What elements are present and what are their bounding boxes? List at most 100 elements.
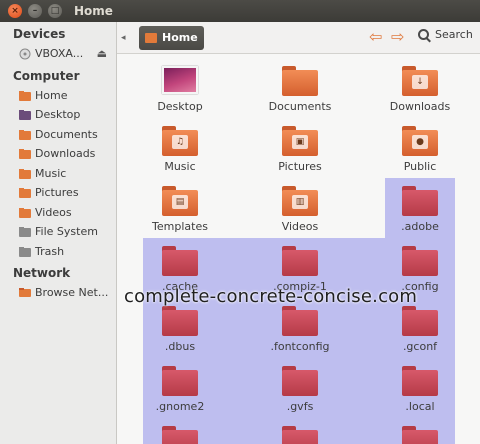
file-item[interactable]: Desktop — [130, 64, 230, 113]
pictures-folder-icon — [19, 187, 31, 199]
desktop-icon — [19, 109, 31, 121]
sidebar-item-label: Documents — [35, 127, 98, 141]
home-folder-icon — [145, 32, 157, 43]
file-item[interactable]: Documents — [250, 64, 350, 113]
file-name: Music — [164, 160, 196, 173]
section-network: Network — [13, 266, 71, 280]
folder-icon — [402, 244, 438, 276]
sidebar-item-downloads[interactable]: Downloads — [0, 144, 116, 164]
folder-icon — [282, 364, 318, 396]
folder-icon: ▥ — [282, 184, 318, 216]
folder-icon — [402, 364, 438, 396]
home-folder-icon — [19, 90, 31, 101]
file-name: .local — [405, 400, 435, 413]
sidebar-item-label: Videos — [35, 205, 72, 219]
file-item[interactable]: .local — [370, 364, 470, 413]
sidebar-item-documents[interactable]: Documents — [0, 125, 116, 145]
sidebar-item-desktop[interactable]: Desktop — [0, 105, 116, 125]
sidebar-item-label: Pictures — [35, 186, 79, 200]
file-item[interactable]: ▤ Templates — [130, 184, 230, 233]
breadcrumb[interactable]: Home — [139, 25, 204, 50]
sidebar-item-browse-network[interactable]: Browse Net... — [0, 283, 116, 303]
folder-icon: ● — [402, 124, 438, 156]
file-item[interactable]: ▣ Pictures — [250, 124, 350, 173]
file-item[interactable] — [130, 424, 230, 444]
maximize-button[interactable]: □ — [48, 4, 62, 18]
sidebar-item-label: Browse Net... — [35, 286, 109, 300]
file-name: .gconf — [402, 340, 438, 353]
folder-emblem-icon: ▥ — [292, 195, 308, 209]
sidebar-item-label: VBOXA... — [35, 47, 84, 61]
back-arrow-icon[interactable]: ◂ — [121, 33, 133, 43]
folder-icon: ♫ — [162, 124, 198, 156]
sidebar-item-file-system[interactable]: File System — [0, 222, 116, 242]
file-name: .gnome2 — [155, 400, 205, 413]
title-bar: × – □ Home — [0, 0, 480, 22]
file-item[interactable]: .gconf — [370, 304, 470, 353]
sidebar: Devices VBOXA... ⏏ Computer Home Desktop D… — [0, 22, 117, 444]
documents-folder-icon — [19, 129, 31, 140]
file-item[interactable]: .gvfs — [250, 364, 350, 413]
folder-icon — [402, 424, 438, 444]
file-name: Documents — [268, 100, 332, 113]
sidebar-item-label: Trash — [35, 244, 65, 258]
optical-disc-icon — [19, 48, 31, 60]
desktop-icon — [162, 66, 198, 94]
folder-emblem-icon: ● — [412, 135, 428, 149]
drive-icon — [19, 226, 31, 238]
folder-emblem-icon: ♫ — [172, 135, 188, 149]
section-computer: Computer — [13, 68, 80, 83]
file-name: .fontconfig — [270, 340, 330, 353]
file-name: .gvfs — [286, 400, 314, 413]
file-item[interactable]: .adobe — [370, 184, 470, 233]
file-item[interactable] — [370, 424, 470, 444]
file-item[interactable]: ● Public — [370, 124, 470, 173]
file-name: .dbus — [164, 340, 196, 353]
file-item[interactable]: .gnome2 — [130, 364, 230, 413]
minimize-button[interactable]: – — [28, 4, 42, 18]
file-item[interactable]: ↓ Downloads — [370, 64, 470, 113]
folder-icon — [162, 364, 198, 396]
window-title: Home — [74, 4, 113, 18]
sidebar-item-trash[interactable]: Trash — [0, 242, 116, 262]
file-item[interactable]: ♫ Music — [130, 124, 230, 173]
sidebar-item-label: Music — [35, 166, 67, 180]
file-item[interactable] — [250, 424, 350, 444]
close-button[interactable]: × — [8, 4, 22, 18]
folder-icon: ▤ — [162, 184, 198, 216]
eject-icon[interactable]: ⏏ — [97, 47, 107, 60]
section-devices: Devices — [13, 27, 66, 41]
folder-emblem-icon: ▣ — [292, 135, 308, 149]
file-view[interactable]: Desktop Documents ↓ Downloads ♫ Music ▣ Picture… — [117, 54, 480, 444]
folder-emblem-icon: ↓ — [412, 75, 428, 89]
file-name: Downloads — [389, 100, 451, 113]
sidebar-item-home[interactable]: Home — [0, 86, 116, 106]
folder-icon — [282, 244, 318, 276]
trash-icon — [19, 246, 31, 257]
search-button[interactable]: Search — [418, 28, 473, 41]
file-item[interactable]: .fontconfig — [250, 304, 350, 353]
sidebar-item-pictures[interactable]: Pictures — [0, 183, 116, 203]
folder-icon: ▣ — [282, 124, 318, 156]
folder-icon — [162, 304, 198, 336]
sidebar-item-music[interactable]: Music — [0, 164, 116, 184]
sidebar-item-label: File System — [35, 225, 98, 239]
folder-icon — [162, 244, 198, 276]
search-label: Search — [435, 28, 473, 41]
folder-icon — [282, 304, 318, 336]
file-item[interactable]: .dbus — [130, 304, 230, 353]
forward-button[interactable]: ⇨ — [391, 27, 404, 46]
back-button[interactable]: ⇦ — [369, 27, 382, 46]
file-item[interactable]: ▥ Videos — [250, 184, 350, 233]
music-folder-icon — [19, 168, 31, 179]
file-name: Pictures — [278, 160, 322, 173]
watermark: complete-concrete-concise.com — [124, 286, 418, 307]
file-name: .adobe — [401, 220, 439, 233]
folder-icon — [402, 184, 438, 216]
file-name: Desktop — [157, 100, 203, 113]
file-name: Public — [403, 160, 437, 173]
sidebar-item-videos[interactable]: Videos — [0, 203, 116, 223]
folder-icon — [282, 424, 318, 444]
folder-icon — [282, 64, 318, 96]
videos-folder-icon — [19, 207, 31, 218]
